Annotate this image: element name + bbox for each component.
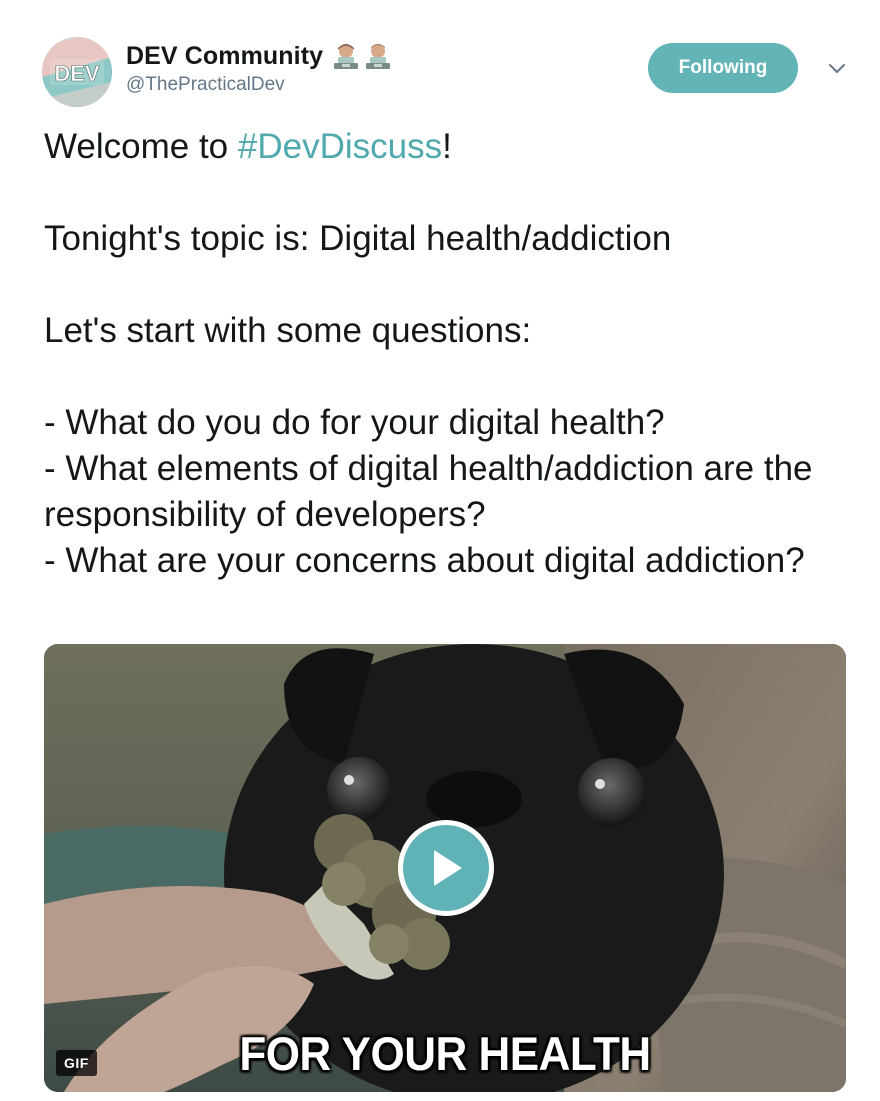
gif-media[interactable]: FOR YOUR HEALTH GIF xyxy=(44,644,846,1092)
play-icon xyxy=(434,850,462,886)
question-item: - What elements of digital health/addict… xyxy=(44,449,813,534)
following-button[interactable]: Following xyxy=(648,43,798,93)
avatar[interactable]: DEV xyxy=(42,37,112,107)
author-info: DEV Community @ThePracticalDev xyxy=(126,40,393,96)
gif-caption: FOR YOUR HEALTH xyxy=(239,1028,651,1081)
question-item: - What are your concerns about digital a… xyxy=(44,541,805,580)
technologist-icon xyxy=(334,44,359,69)
questions-intro: Let's start with some questions: xyxy=(44,311,532,350)
welcome-suffix: ! xyxy=(442,127,452,166)
emoji-group xyxy=(331,42,393,70)
svg-text:DEV: DEV xyxy=(54,61,100,86)
topic-line: Tonight's topic is: Digital health/addic… xyxy=(44,219,672,258)
play-button[interactable] xyxy=(398,820,494,916)
welcome-prefix: Welcome to xyxy=(44,127,238,166)
technologist-icon xyxy=(366,44,391,69)
gif-badge: GIF xyxy=(56,1050,97,1076)
chevron-down-icon[interactable] xyxy=(826,60,848,78)
tweet-card: DEV DEV Community @ThePracticalDev Follo… xyxy=(0,0,880,1101)
tweet-text: Welcome to #DevDiscuss! Tonight's topic … xyxy=(44,124,844,584)
welcome-line: Welcome to #DevDiscuss! xyxy=(44,124,844,170)
question-item: - What do you do for your digital health… xyxy=(44,403,665,442)
display-name[interactable]: DEV Community xyxy=(126,42,323,71)
user-handle[interactable]: @ThePracticalDev xyxy=(126,74,393,96)
hashtag-link[interactable]: #DevDiscuss xyxy=(238,127,442,166)
dev-logo-icon: DEV xyxy=(42,37,112,107)
